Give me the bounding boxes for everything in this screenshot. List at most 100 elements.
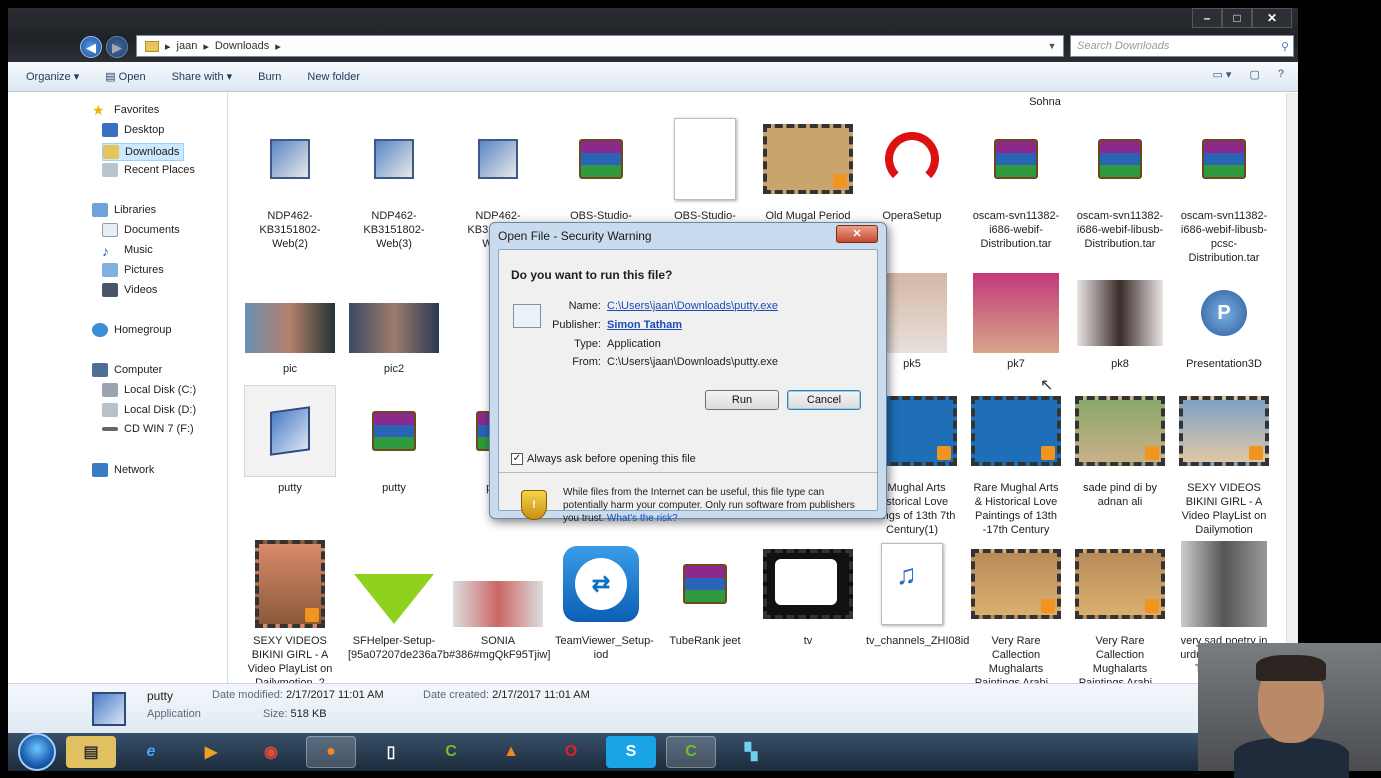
breadcrumb-sep-icon: ▸ [203,40,209,53]
always-ask-checkbox[interactable]: ✓ Always ask before opening this file [511,453,696,465]
sidebar-item-documents[interactable]: Documents [102,223,180,237]
preview-pane-icon[interactable]: ▢ [1249,68,1259,81]
type-value: Application [607,338,661,350]
file-item[interactable]: oscam-svn11382-i686-webif-Distribution.t… [970,113,1062,251]
vertical-scrollbar[interactable] [1286,93,1298,683]
file-item[interactable]: sade pind di by adnan ali [1074,385,1166,509]
video-thumbnail [1074,538,1166,630]
file-item[interactable]: putty [348,385,440,495]
winrar-archive-icon [1074,113,1166,205]
minimize-button[interactable]: – [1192,8,1222,28]
sidebar-label: Downloads [125,146,180,158]
sidebar-label: Pictures [124,264,164,276]
sidebar-item-local-disk-c[interactable]: Local Disk (C:) [102,383,196,397]
window-controls: – □ ✕ [1192,8,1292,28]
file-item[interactable]: pk8 [1074,273,1166,371]
file-item[interactable]: ⇄ TeamViewer_Setup-iod [555,538,654,662]
chrome-taskbar-icon[interactable]: ◉ [246,736,296,768]
file-item[interactable]: P Presentation3D [1178,273,1270,371]
publisher-link[interactable]: Simon Tatham [607,319,682,331]
sidebar-item-recent-places[interactable]: Recent Places [102,163,195,177]
sidebar-item-videos[interactable]: Videos [102,283,157,297]
file-item-putty-selected[interactable]: putty [244,385,336,495]
breadcrumb-jaan[interactable]: jaan [177,40,198,52]
sidebar-item-favorites[interactable]: ★ Favorites [92,103,159,117]
forward-icon[interactable]: ▶ [106,36,128,58]
sidebar-item-downloads[interactable]: Downloads [102,143,185,161]
media-file-icon: ♫ [866,538,958,630]
open-button[interactable]: ▤ Open [105,70,145,83]
whats-the-risk-link[interactable]: What's the risk? [607,513,678,524]
network-taskbar-icon[interactable]: ▚ [726,736,776,768]
security-shield-icon: ! [521,490,547,520]
breadcrumb-downloads[interactable]: Downloads [215,40,269,52]
sidebar-item-network[interactable]: Network [92,463,154,477]
file-item[interactable]: SEXY VIDEOS BIKINI GIRL - A Video PlayLi… [244,538,336,690]
sidebar-item-libraries[interactable]: Libraries [92,203,156,217]
file-item[interactable]: TubeRank jeet [659,538,751,648]
file-item[interactable]: Very Rare Callection Mughalarts Painting… [1074,538,1166,690]
file-item[interactable]: OperaSetup [866,113,958,223]
ie-taskbar-icon[interactable]: e [126,736,176,768]
sidebar-item-local-disk-d[interactable]: Local Disk (D:) [102,403,196,417]
maximize-button[interactable]: □ [1222,8,1252,28]
back-icon[interactable]: ◀ [80,36,102,58]
search-icon[interactable]: ⚲ [1281,37,1289,57]
address-bar[interactable]: ▸ jaan ▸ Downloads ▸ ▼ [136,35,1064,57]
dialog-close-button[interactable]: ✕ [836,225,878,243]
publisher-label: Publisher: [552,319,601,331]
file-item[interactable]: OBS-Studio-18.0.1-Full... [555,113,647,237]
file-item[interactable]: tv [762,538,854,648]
burn-button[interactable]: Burn [258,71,281,83]
search-input[interactable]: Search Downloads ⚲ [1070,35,1294,57]
close-button[interactable]: ✕ [1252,8,1292,28]
address-dropdown-icon[interactable]: ▼ [1041,41,1063,51]
file-item[interactable]: NDP462-KB3151802-Web(2) [244,113,336,251]
file-item[interactable]: SONIA [452,538,544,648]
file-item[interactable]: oscam-svn11382-i686-webif-libusb-pcsc-Di… [1178,113,1270,265]
view-options-icon[interactable]: ▭ ▾ [1212,68,1231,81]
camtasia-recorder-taskbar-icon[interactable]: C [666,736,716,768]
opera-taskbar-icon[interactable]: O [546,736,596,768]
file-item[interactable]: NDP462-KB3151802-Web(3) [348,113,440,251]
organize-button[interactable]: Organize ▾ [26,70,79,83]
file-item[interactable]: pic [244,298,336,376]
run-button[interactable]: Run [705,390,779,410]
sidebar-item-homegroup[interactable]: Homegroup [92,323,171,337]
camtasia-taskbar-icon[interactable]: C [426,736,476,768]
new-folder-button[interactable]: New folder [307,71,360,83]
file-item[interactable]: SEXY VIDEOS BIKINI GIRL - A Video PlayLi… [1178,385,1270,537]
file-item[interactable]: oscam-svn11382-i686-webif-libusb-Distrib… [1074,113,1166,251]
file-path-link[interactable]: C:\Users\jaan\Downloads\putty.exe [607,300,778,312]
cancel-button[interactable]: Cancel [787,390,861,410]
file-item[interactable]: Rare Mughal Arts & Historical Love Paint… [970,385,1062,537]
firefox-taskbar-icon[interactable]: ● [306,736,356,768]
checkbox-checked-icon[interactable]: ✓ [511,453,523,465]
file-item[interactable]: Old Mugal Period Love Paintings... [762,113,854,237]
sidebar-item-computer[interactable]: Computer [92,363,162,377]
breadcrumb-sep-icon: ▸ [165,40,171,53]
sidebar-item-music[interactable]: ♪ Music [102,243,153,259]
share-with-button[interactable]: Share with ▾ [172,70,233,83]
file-item[interactable]: pk7 [970,273,1062,371]
sidebar-item-pictures[interactable]: Pictures [102,263,164,277]
sidebar-item-cd-drive[interactable]: CD WIN 7 (F:) [102,423,194,435]
start-button[interactable] [18,733,56,771]
image-thumbnail [348,298,440,358]
file-name: SFHelper-Setup-[95a07207de236a7b#386#mgQ… [348,635,551,661]
file-item[interactable]: SFHelper-Setup-[95a07207de236a7b#386#mgQ… [348,538,551,662]
explorer-taskbar-icon[interactable]: ▤ [66,736,116,768]
vlc-taskbar-icon[interactable]: ▲ [486,736,536,768]
cd-drive-icon [102,427,118,431]
skype-taskbar-icon[interactable]: S [606,736,656,768]
image-thumbnail [1074,273,1166,353]
cmd-taskbar-icon[interactable]: ▯ [366,736,416,768]
file-item[interactable]: ♫ tv_channels_ZHI08id [866,538,969,648]
sidebar-item-desktop[interactable]: Desktop [102,123,164,137]
media-player-taskbar-icon[interactable]: ▶ [186,736,236,768]
computer-icon [92,363,108,377]
file-item[interactable]: Very Rare Callection Mughalarts Painting… [970,538,1062,690]
file-item[interactable]: pic2 [348,298,440,376]
help-icon[interactable]: ? [1278,68,1284,81]
desktop-icon [102,123,118,137]
